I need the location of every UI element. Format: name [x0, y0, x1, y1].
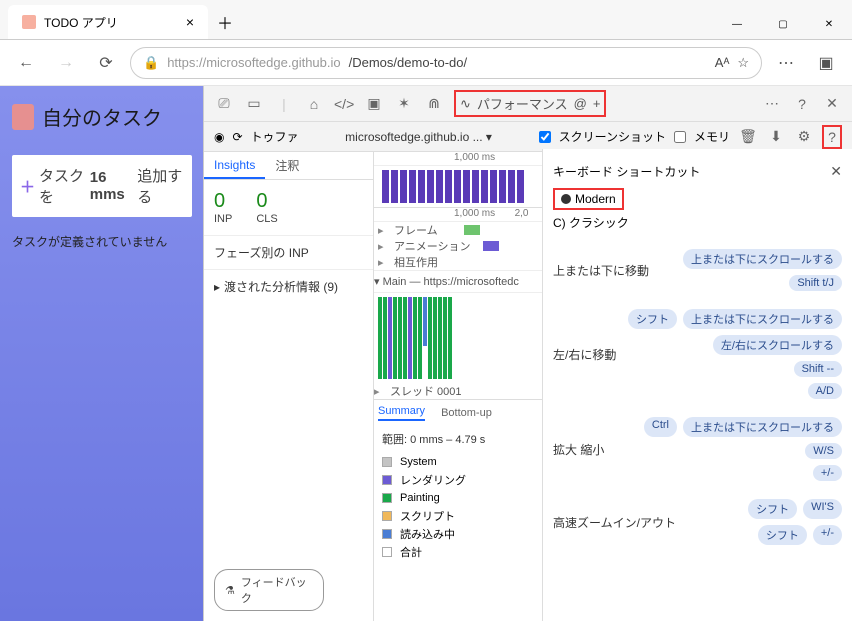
shortcuts-help-button[interactable]: ?: [822, 125, 842, 149]
add-task-input[interactable]: ＋ タスクを 16 mms 追加する: [12, 155, 192, 217]
favicon-icon: [22, 15, 36, 29]
shortcut-chip: 上または下にスクロールする: [683, 417, 842, 437]
preset-classic-radio[interactable]: C) クラシック: [553, 214, 842, 231]
forward-button: →: [50, 47, 82, 79]
tab-close-icon[interactable]: ×: [186, 14, 194, 30]
reader-icon[interactable]: Aᴬ: [715, 55, 730, 70]
inspect-icon[interactable]: ⎚: [214, 95, 234, 112]
lock-icon: 🔒: [143, 55, 159, 71]
profile-name[interactable]: トゥファ: [251, 128, 299, 145]
empty-state: タスクが定義されていません: [12, 233, 203, 250]
host-label: microsoftedge.github.io ... ▾: [307, 130, 531, 144]
insights-panel: Insights 注釈 0INP 0CLS フェーズ別の INP ▸渡された分析…: [204, 152, 374, 621]
new-tab-button[interactable]: ＋: [208, 5, 242, 39]
reload-record-button[interactable]: ⟳: [232, 130, 242, 144]
network-icon[interactable]: ⋒: [424, 95, 444, 112]
minimize-button[interactable]: —: [714, 9, 760, 39]
favorite-icon[interactable]: ☆: [737, 55, 749, 71]
insight-passed[interactable]: ▸渡された分析情報 (9): [204, 269, 373, 303]
trash-icon[interactable]: 🗑: [738, 128, 758, 145]
window-controls: — ▢ ✕: [714, 9, 852, 39]
address-bar: ← → ⟳ 🔒 https://microsoftedge.github.io/…: [0, 40, 852, 86]
shortcut-chip: Ctrl: [644, 417, 677, 437]
code-icon[interactable]: </>: [334, 96, 354, 112]
shortcut-chip: A/D: [808, 383, 842, 399]
shortcut-chip: +/-: [813, 525, 842, 545]
dev-panel-icon[interactable]: ▣: [810, 47, 842, 79]
memory-checkbox[interactable]: [674, 131, 686, 143]
shortcut-chip: 左/右にスクロールする: [713, 335, 842, 355]
main-area: 自分のタスク ＋ タスクを 16 mms 追加する タスクが定義されていません …: [0, 86, 852, 621]
record-button[interactable]: ◉: [214, 130, 224, 144]
download-icon[interactable]: ⬇: [766, 128, 786, 145]
more-icon[interactable]: ⋯: [762, 95, 782, 112]
close-window-button[interactable]: ✕: [806, 9, 852, 39]
settings-icon[interactable]: ⚙: [794, 128, 814, 145]
url-path: /Demos/demo-to-do/: [349, 55, 468, 70]
tab-bottomup[interactable]: Bottom-up: [441, 407, 492, 419]
radio-icon: [561, 194, 571, 204]
help-icon[interactable]: ?: [792, 96, 812, 112]
shortcut-chip: 上または下にスクロールする: [683, 309, 842, 329]
url-host: https://microsoftedge.github.io: [167, 55, 340, 70]
shortcut-row: 高速ズームイン/アウトシフトWI'Sシフト+/-: [553, 499, 842, 545]
bug-icon[interactable]: ✶: [394, 95, 414, 112]
tab-summary[interactable]: Summary: [378, 405, 425, 421]
clipboard-icon: [12, 104, 34, 130]
devtools: ⎚ ▭ | ⌂ </> ▣ ✶ ⋒ ∿ パフォーマンス @ + ⋯ ? ✕ ◉ …: [203, 86, 852, 621]
shortcut-row: 上または下に移動上または下にスクロールするShift t/J: [553, 249, 842, 291]
preset-modern-radio[interactable]: Modern: [553, 188, 624, 210]
shortcut-chip: シフト: [758, 525, 807, 545]
tab-insights[interactable]: Insights: [204, 152, 265, 179]
screenshot-checkbox[interactable]: [539, 131, 551, 143]
console-icon[interactable]: ▣: [364, 95, 384, 112]
tab-annotations[interactable]: 注釈: [265, 152, 309, 179]
shortcuts-panel: キーボード ショートカット ✕ Modern C) クラシック 上または下に移動…: [542, 149, 852, 621]
plus-small-icon[interactable]: +: [593, 96, 601, 111]
devtools-toolbar: ⎚ ▭ | ⌂ </> ▣ ✶ ⋒ ∿ パフォーマンス @ + ⋯ ? ✕: [204, 86, 852, 122]
device-icon[interactable]: ▭: [244, 95, 264, 112]
home-icon[interactable]: ⌂: [304, 96, 324, 112]
menu-icon[interactable]: ⋯: [770, 47, 802, 79]
back-button[interactable]: ←: [10, 47, 42, 79]
page-title: 自分のタスク: [12, 102, 203, 131]
shortcut-chip: シフト: [628, 309, 677, 329]
shortcut-row: 拡大 縮小Ctrl上または下にスクロールするW/S+/-: [553, 417, 842, 481]
performance-tab[interactable]: ∿ パフォーマンス @ +: [454, 90, 606, 117]
title-bar: TODO アプリ × ＋ — ▢ ✕: [0, 0, 852, 40]
feedback-button[interactable]: ⚗ フィードバック: [214, 569, 324, 611]
perf-icon: ∿: [460, 96, 471, 112]
shortcut-chip: +/-: [813, 465, 842, 481]
shortcut-chip: WI'S: [803, 499, 842, 519]
maximize-button[interactable]: ▢: [760, 9, 806, 39]
flask-icon: ⚗: [225, 584, 235, 597]
shortcut-row: 左/右に移動シフト上または下にスクロールする左/右にスクロールするShift -…: [553, 309, 842, 399]
shortcut-chip: 上または下にスクロールする: [683, 249, 842, 269]
shortcuts-title: キーボード ショートカット: [553, 163, 700, 180]
app-title-text: 自分のタスク: [42, 102, 162, 131]
refresh-button[interactable]: ⟳: [90, 47, 122, 79]
insight-phase-inp[interactable]: フェーズ別の INP: [204, 235, 373, 269]
shortcut-chip: シフト: [748, 499, 797, 519]
plus-icon: ＋: [20, 176, 35, 197]
perf-toolbar: ◉ ⟳ トゥファ microsoftedge.github.io ... ▾ ス…: [204, 122, 852, 152]
url-input[interactable]: 🔒 https://microsoftedge.github.io/Demos/…: [130, 47, 762, 79]
shortcut-chip: W/S: [805, 443, 842, 459]
shortcuts-close-icon[interactable]: ✕: [830, 163, 842, 180]
shortcut-chip: Shift --: [794, 361, 842, 377]
tab-title: TODO アプリ: [44, 14, 118, 31]
close-devtools-icon[interactable]: ✕: [822, 95, 842, 112]
browser-tab[interactable]: TODO アプリ ×: [8, 5, 208, 39]
shortcut-chip: Shift t/J: [789, 275, 842, 291]
todo-app: 自分のタスク ＋ タスクを 16 mms 追加する タスクが定義されていません: [0, 86, 203, 621]
